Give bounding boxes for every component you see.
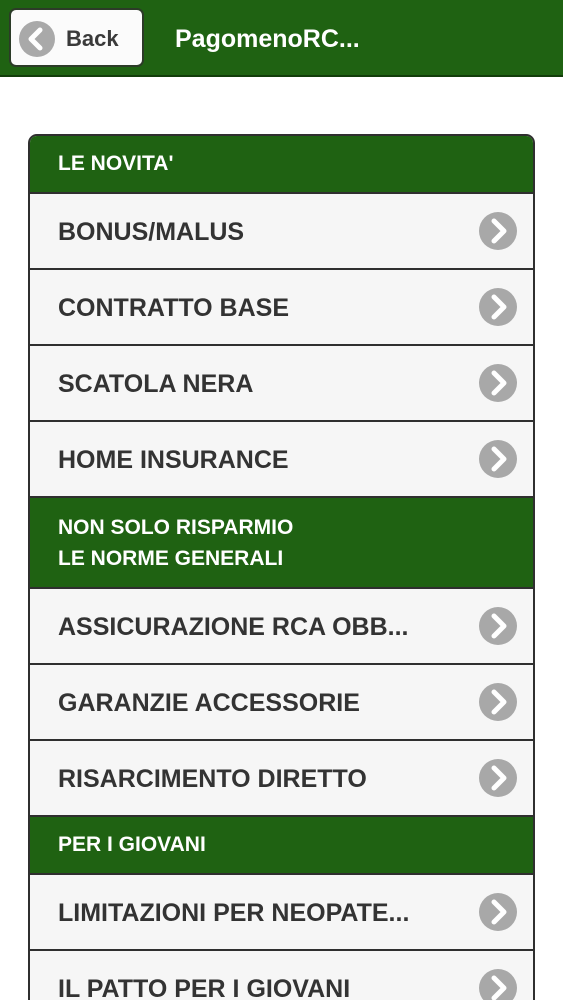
back-button-label: Back	[66, 26, 119, 51]
back-button[interactable]: Back	[9, 8, 144, 67]
list-item-label: IL PATTO PER I GIOVANI	[58, 975, 351, 1000]
chevron-right-icon	[479, 364, 517, 402]
section-header-sublabel: LE NORME GENERALI	[58, 546, 284, 570]
chevron-right-icon	[479, 893, 517, 931]
list-item-label: RISARCIMENTO DIRETTO	[58, 765, 367, 793]
list-item-label: CONTRATTO BASE	[58, 294, 290, 322]
chevron-right-icon	[479, 607, 517, 645]
section-header-label: NON SOLO RISPARMIO	[58, 515, 294, 539]
list-item-label: LIMITAZIONI PER NEOPATE...	[58, 899, 410, 927]
list-item-label: ASSICURAZIONE RCA OBB...	[58, 613, 409, 641]
list-item-scatola-nera[interactable]: SCATOLA NERA	[30, 346, 533, 422]
list-item-risarcimento-diretto[interactable]: RISARCIMENTO DIRETTO	[30, 741, 533, 817]
list-item-garanzie-accessorie[interactable]: GARANZIE ACCESSORIE	[30, 665, 533, 741]
chevron-right-icon	[479, 212, 517, 250]
chevron-right-icon	[479, 683, 517, 721]
list-item-bonus-malus[interactable]: BONUS/MALUS	[30, 194, 533, 270]
section-header-novita: LE NOVITA'	[30, 136, 533, 194]
list-item-limitazioni-neopatentati[interactable]: LIMITAZIONI PER NEOPATE...	[30, 875, 533, 951]
section-header-giovani: PER I GIOVANI	[30, 817, 533, 875]
list-item-label: BONUS/MALUS	[58, 218, 245, 246]
list-item-label: GARANZIE ACCESSORIE	[58, 689, 360, 717]
list-item-label: HOME INSURANCE	[58, 446, 289, 474]
chevron-right-icon	[479, 759, 517, 797]
chevron-left-icon	[19, 21, 55, 57]
list-item-patto-giovani[interactable]: IL PATTO PER I GIOVANI	[30, 951, 533, 1000]
chevron-right-icon	[479, 288, 517, 326]
list-item-home-insurance[interactable]: HOME INSURANCE	[30, 422, 533, 498]
menu-list: LE NOVITA' BONUS/MALUS CONTRATTO BASE SC…	[28, 134, 535, 1000]
list-item-contratto-base[interactable]: CONTRATTO BASE	[30, 270, 533, 346]
page-title: PagomenoRC...	[175, 25, 360, 53]
section-header-label: PER I GIOVANI	[58, 833, 206, 856]
list-item-assicurazione-rca[interactable]: ASSICURAZIONE RCA OBB...	[30, 589, 533, 665]
section-header-norme-generali: NON SOLO RISPARMIO LE NORME GENERALI	[30, 498, 533, 589]
chevron-right-icon	[479, 440, 517, 478]
section-header-label: LE NOVITA'	[58, 152, 174, 175]
navigation-bar: Back PagomenoRC...	[0, 0, 563, 77]
chevron-right-icon	[479, 969, 517, 1000]
list-item-label: SCATOLA NERA	[58, 370, 254, 398]
